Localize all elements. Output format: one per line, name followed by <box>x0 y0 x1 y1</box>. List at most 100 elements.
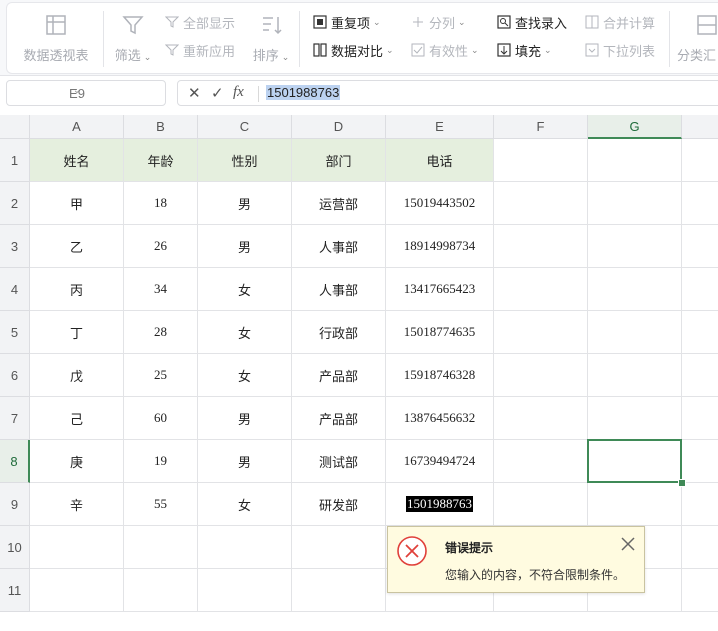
table-cell[interactable]: 己 <box>30 397 124 440</box>
cell[interactable] <box>124 526 198 569</box>
cell[interactable] <box>30 526 124 569</box>
table-cell[interactable]: 25 <box>124 354 198 397</box>
table-cell[interactable]: 15019443502 <box>386 182 494 225</box>
chevron-down-icon[interactable]: ⌄ <box>7 85 147 96</box>
sort-button[interactable]: 排序 ⌄ <box>249 3 293 73</box>
row-header-4[interactable]: 4 <box>0 268 30 311</box>
table-cell[interactable]: 19 <box>124 440 198 483</box>
validity-button[interactable]: 有效性 ⌄ <box>411 39 479 61</box>
row-header-6[interactable]: 6 <box>0 354 30 397</box>
cell[interactable] <box>198 526 292 569</box>
table-header-cell[interactable]: 部门 <box>292 139 386 182</box>
duplicates-button[interactable]: 重复项 ⌄ <box>313 11 381 33</box>
row-header-1[interactable]: 1 <box>0 139 30 182</box>
cancel-icon[interactable]: ✕ <box>188 84 201 102</box>
cell[interactable] <box>588 268 682 311</box>
cell[interactable] <box>494 354 588 397</box>
table-header-cell[interactable]: 性别 <box>198 139 292 182</box>
cell[interactable] <box>588 397 682 440</box>
table-cell[interactable]: 行政部 <box>292 311 386 354</box>
cell[interactable] <box>682 569 718 612</box>
cell[interactable] <box>682 139 718 182</box>
dropdown-list-button[interactable]: 下拉列表 <box>585 39 655 61</box>
confirm-icon[interactable]: ✓ <box>211 84 224 102</box>
cell[interactable] <box>494 311 588 354</box>
cell[interactable] <box>494 440 588 483</box>
table-cell[interactable]: 18 <box>124 182 198 225</box>
cell[interactable] <box>494 182 588 225</box>
row-header-2[interactable]: 2 <box>0 182 30 225</box>
table-cell[interactable]: 1501988763 <box>386 483 494 526</box>
column-header-G[interactable]: G <box>588 115 682 139</box>
column-header-F[interactable]: F <box>494 115 588 139</box>
table-cell[interactable]: 28 <box>124 311 198 354</box>
cell[interactable] <box>682 397 718 440</box>
cell[interactable] <box>588 311 682 354</box>
cell[interactable] <box>494 397 588 440</box>
cell[interactable] <box>124 569 198 612</box>
fill-button[interactable]: 填充 ⌄ <box>497 39 552 61</box>
editing-cell-value[interactable]: 1501988763 <box>406 496 473 512</box>
cell[interactable] <box>682 354 718 397</box>
formula-input[interactable]: 1501988763 <box>266 85 341 100</box>
cell[interactable] <box>198 569 292 612</box>
cell[interactable] <box>682 268 718 311</box>
table-cell[interactable]: 人事部 <box>292 225 386 268</box>
cell[interactable] <box>588 483 682 526</box>
table-header-cell[interactable]: 姓名 <box>30 139 124 182</box>
cell[interactable] <box>588 225 682 268</box>
cell[interactable] <box>292 569 386 612</box>
show-all-button[interactable]: 全部显示 <box>165 11 235 33</box>
close-icon[interactable] <box>620 536 636 552</box>
table-cell[interactable]: 男 <box>198 182 292 225</box>
table-cell[interactable]: 女 <box>198 483 292 526</box>
cell[interactable] <box>494 225 588 268</box>
find-entry-button[interactable]: 查找录入 <box>497 11 567 33</box>
cell[interactable] <box>588 354 682 397</box>
table-cell[interactable]: 55 <box>124 483 198 526</box>
table-cell[interactable]: 戊 <box>30 354 124 397</box>
table-cell[interactable]: 研发部 <box>292 483 386 526</box>
cell[interactable] <box>588 139 682 182</box>
reapply-button[interactable]: 重新应用 <box>165 39 235 61</box>
compare-button[interactable]: 数据对比 ⌄ <box>313 39 394 61</box>
row-header-11[interactable]: 11 <box>0 569 30 612</box>
table-cell[interactable]: 男 <box>198 397 292 440</box>
column-header-B[interactable]: B <box>124 115 198 139</box>
table-header-cell[interactable]: 电话 <box>386 139 494 182</box>
table-cell[interactable]: 女 <box>198 354 292 397</box>
table-cell[interactable]: 60 <box>124 397 198 440</box>
table-cell[interactable]: 女 <box>198 311 292 354</box>
fx-icon[interactable]: fx <box>233 84 244 101</box>
table-cell[interactable]: 26 <box>124 225 198 268</box>
row-header-8[interactable]: 8 <box>0 440 30 483</box>
cell[interactable] <box>682 225 718 268</box>
subtotal-button[interactable]: 分类汇 <box>677 3 717 73</box>
table-cell[interactable]: 乙 <box>30 225 124 268</box>
cell[interactable] <box>682 182 718 225</box>
row-header-10[interactable]: 10 <box>0 526 30 569</box>
table-cell[interactable]: 男 <box>198 440 292 483</box>
table-cell[interactable]: 辛 <box>30 483 124 526</box>
filter-button[interactable]: 筛选 ⌄ <box>111 3 155 73</box>
table-cell[interactable]: 产品部 <box>292 397 386 440</box>
table-cell[interactable]: 男 <box>198 225 292 268</box>
row-header-5[interactable]: 5 <box>0 311 30 354</box>
cell[interactable] <box>494 139 588 182</box>
table-cell[interactable]: 丁 <box>30 311 124 354</box>
table-cell[interactable]: 甲 <box>30 182 124 225</box>
table-cell[interactable]: 丙 <box>30 268 124 311</box>
table-cell[interactable]: 16739494724 <box>386 440 494 483</box>
row-header-3[interactable]: 3 <box>0 225 30 268</box>
table-cell[interactable]: 测试部 <box>292 440 386 483</box>
table-header-cell[interactable]: 年龄 <box>124 139 198 182</box>
cell[interactable] <box>292 526 386 569</box>
select-all-corner[interactable] <box>0 115 30 139</box>
formula-bar[interactable]: ✕ ✓ fx 1501988763 <box>177 80 718 106</box>
table-cell[interactable]: 运营部 <box>292 182 386 225</box>
table-cell[interactable]: 庚 <box>30 440 124 483</box>
table-cell[interactable]: 女 <box>198 268 292 311</box>
table-cell[interactable]: 15018774635 <box>386 311 494 354</box>
table-cell[interactable]: 人事部 <box>292 268 386 311</box>
table-cell[interactable]: 34 <box>124 268 198 311</box>
